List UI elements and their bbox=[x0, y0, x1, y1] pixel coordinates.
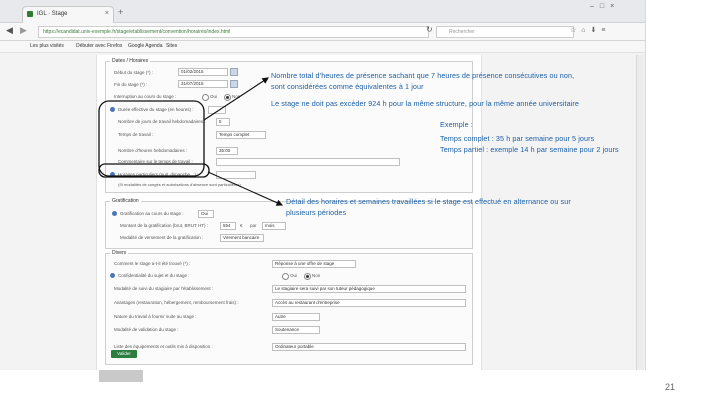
field-label: Horaires particuliers (nuit, dimanche…) … bbox=[118, 172, 199, 177]
payment-select[interactable]: Virement bancaire bbox=[220, 234, 264, 242]
bookmark-item[interactable]: Sites bbox=[166, 43, 177, 49]
browser-tab[interactable]: IGL · Stage × bbox=[22, 6, 114, 23]
other-section: Divers Comment le stage a-t-il été trouv… bbox=[105, 250, 473, 365]
comment-input[interactable] bbox=[216, 158, 400, 166]
search-input[interactable]: Rechercher bbox=[436, 26, 574, 38]
window-controls[interactable]: –□× bbox=[590, 3, 620, 10]
field-label: Début du stage (*) : bbox=[114, 70, 154, 75]
field-label: Interruption au cours du stage : bbox=[114, 94, 177, 99]
field-label: Fin du stage (*) : bbox=[114, 82, 148, 87]
confidential-no-radio[interactable] bbox=[304, 273, 311, 280]
annotation-hours-line1: Nombre total d’heures de présence sachan… bbox=[271, 71, 575, 80]
field-label: Comment le stage a-t-il été trouvé (*) : bbox=[114, 261, 191, 266]
found-select[interactable]: Réponse à une offre de stage bbox=[272, 260, 356, 268]
benefits-input[interactable]: Accès au restaurant d'entreprise bbox=[272, 299, 466, 307]
field-label: Nombre d'heures hebdomadaires : bbox=[118, 148, 188, 153]
annotation-example-line2: Temps partiel : exemple 14 h par semaine… bbox=[440, 145, 619, 154]
page-number: 21 bbox=[665, 382, 676, 392]
field-label: Nombre de jours de travail hebdomadaires… bbox=[118, 119, 206, 124]
hours-input[interactable]: 35:00 bbox=[216, 147, 238, 155]
info-icon bbox=[110, 172, 115, 177]
field-label: Durée effective du stage (en heures) : bbox=[118, 107, 194, 112]
field-label: par bbox=[250, 223, 257, 228]
field-label: Commentaire sur le temps de travail : bbox=[118, 159, 193, 164]
start-date-input[interactable]: 01/02/2015 bbox=[178, 68, 228, 76]
radio-label: Non bbox=[312, 273, 321, 278]
back-icon[interactable]: ◀ bbox=[6, 25, 13, 36]
field-hint: (Si modalités de congés et autorisations… bbox=[118, 182, 241, 187]
schedule-input[interactable] bbox=[216, 171, 256, 179]
field-label: Modalité de suivi du stagiaire par l'éta… bbox=[114, 286, 214, 291]
duration-input[interactable] bbox=[208, 106, 226, 114]
calendar-icon[interactable] bbox=[230, 68, 238, 76]
amount-input[interactable]: 554 bbox=[220, 222, 236, 230]
interruption-yes-radio[interactable] bbox=[202, 94, 209, 101]
url-input[interactable]: https://ecandidat.univ-exemple.fr/stage/… bbox=[38, 26, 429, 38]
radio-label: Non bbox=[232, 94, 241, 99]
bookmark-item[interactable]: Google Agenda bbox=[128, 43, 162, 49]
section-legend: Dates / Horaires bbox=[110, 58, 151, 64]
navigation-bar: ◀ ▶ https://ecandidat.univ-exemple.fr/st… bbox=[0, 23, 645, 41]
work-nature-select[interactable]: Autre bbox=[272, 313, 320, 321]
submit-button[interactable]: Valider bbox=[111, 350, 137, 358]
scrollbar[interactable] bbox=[636, 55, 644, 370]
field-label: Temps de travail : bbox=[118, 132, 154, 137]
toolbar-icons[interactable]: ☆⌂⬇≡ bbox=[570, 26, 610, 34]
radio-label: Oui bbox=[290, 273, 298, 278]
currency-label: € bbox=[240, 223, 243, 228]
bookmark-item[interactable]: Les plus visités bbox=[30, 43, 64, 49]
annotation-limit: Le stage ne doit pas excéder 924 h pour … bbox=[271, 99, 579, 108]
calendar-icon[interactable] bbox=[230, 80, 238, 88]
close-icon[interactable]: × bbox=[105, 10, 109, 17]
new-tab-icon[interactable]: + bbox=[118, 7, 123, 17]
gratification-select[interactable]: Oui bbox=[198, 210, 214, 218]
interruption-no-radio[interactable] bbox=[224, 94, 231, 101]
annotation-schedule-line1: Détail des horaires et semaines travaill… bbox=[286, 197, 571, 206]
reload-icon[interactable]: ↻ bbox=[426, 25, 433, 34]
bookmark-item[interactable]: Débuter avec Firefox bbox=[76, 43, 122, 49]
radio-label: Oui bbox=[210, 94, 218, 99]
annotation-schedule-line2: plusieurs périodes bbox=[286, 208, 347, 217]
confidential-yes-radio[interactable] bbox=[282, 273, 289, 280]
forward-icon[interactable]: ▶ bbox=[20, 25, 27, 36]
section-legend: Gratification bbox=[110, 198, 141, 204]
annotation-example-title: Exemple : bbox=[440, 120, 473, 129]
equipment-input[interactable]: Ordinateur portable bbox=[272, 343, 466, 351]
field-label: Nature du travail à fournir suite au sta… bbox=[114, 314, 197, 319]
followup-input[interactable]: Le stagiaire sera suivi par son tuteur p… bbox=[272, 285, 466, 293]
field-label: Montant de la gratification (brut, BRUT … bbox=[120, 223, 208, 228]
end-date-input[interactable]: 31/07/2015 bbox=[178, 80, 228, 88]
info-icon bbox=[112, 211, 117, 216]
validation-select[interactable]: Soutenance bbox=[272, 326, 320, 334]
period-section: Dates / Horaires Début du stage (*) : 01… bbox=[105, 58, 473, 193]
work-time-select[interactable]: Temps complet bbox=[216, 131, 266, 139]
info-icon bbox=[110, 107, 115, 112]
tab-bar: IGL · Stage × + –□× bbox=[0, 0, 645, 23]
days-select[interactable]: 5 bbox=[216, 118, 230, 126]
annotation-hours-line2: sont considérées comme équivalentes à 1 … bbox=[271, 82, 424, 91]
period-select[interactable]: mois bbox=[262, 222, 286, 230]
bookmarks-bar: Les plus visités Débuter avec Firefox Go… bbox=[0, 41, 645, 53]
browser-screenshot: IGL · Stage × + –□× ◀ ▶ https://ecandida… bbox=[0, 0, 646, 370]
field-label: Gratification au cours du stage : bbox=[120, 211, 184, 216]
grey-block bbox=[99, 370, 143, 382]
field-label: Modalité de validation du stage : bbox=[114, 327, 179, 332]
annotation-example-line1: Temps complet : 35 h par semaine pour 5 … bbox=[440, 134, 595, 143]
field-label: Avantages (restauration, hébergement, re… bbox=[114, 300, 239, 305]
info-icon bbox=[110, 273, 115, 278]
section-legend: Divers bbox=[110, 250, 129, 256]
field-label: Confidentialité du sujet et du stage : bbox=[118, 273, 190, 278]
tab-title: IGL · Stage bbox=[37, 11, 68, 17]
field-label: Modalité de versement de la gratificatio… bbox=[120, 235, 204, 240]
field-label: Liste des équipements et outils mis à di… bbox=[114, 344, 213, 349]
favicon-icon bbox=[27, 11, 33, 17]
